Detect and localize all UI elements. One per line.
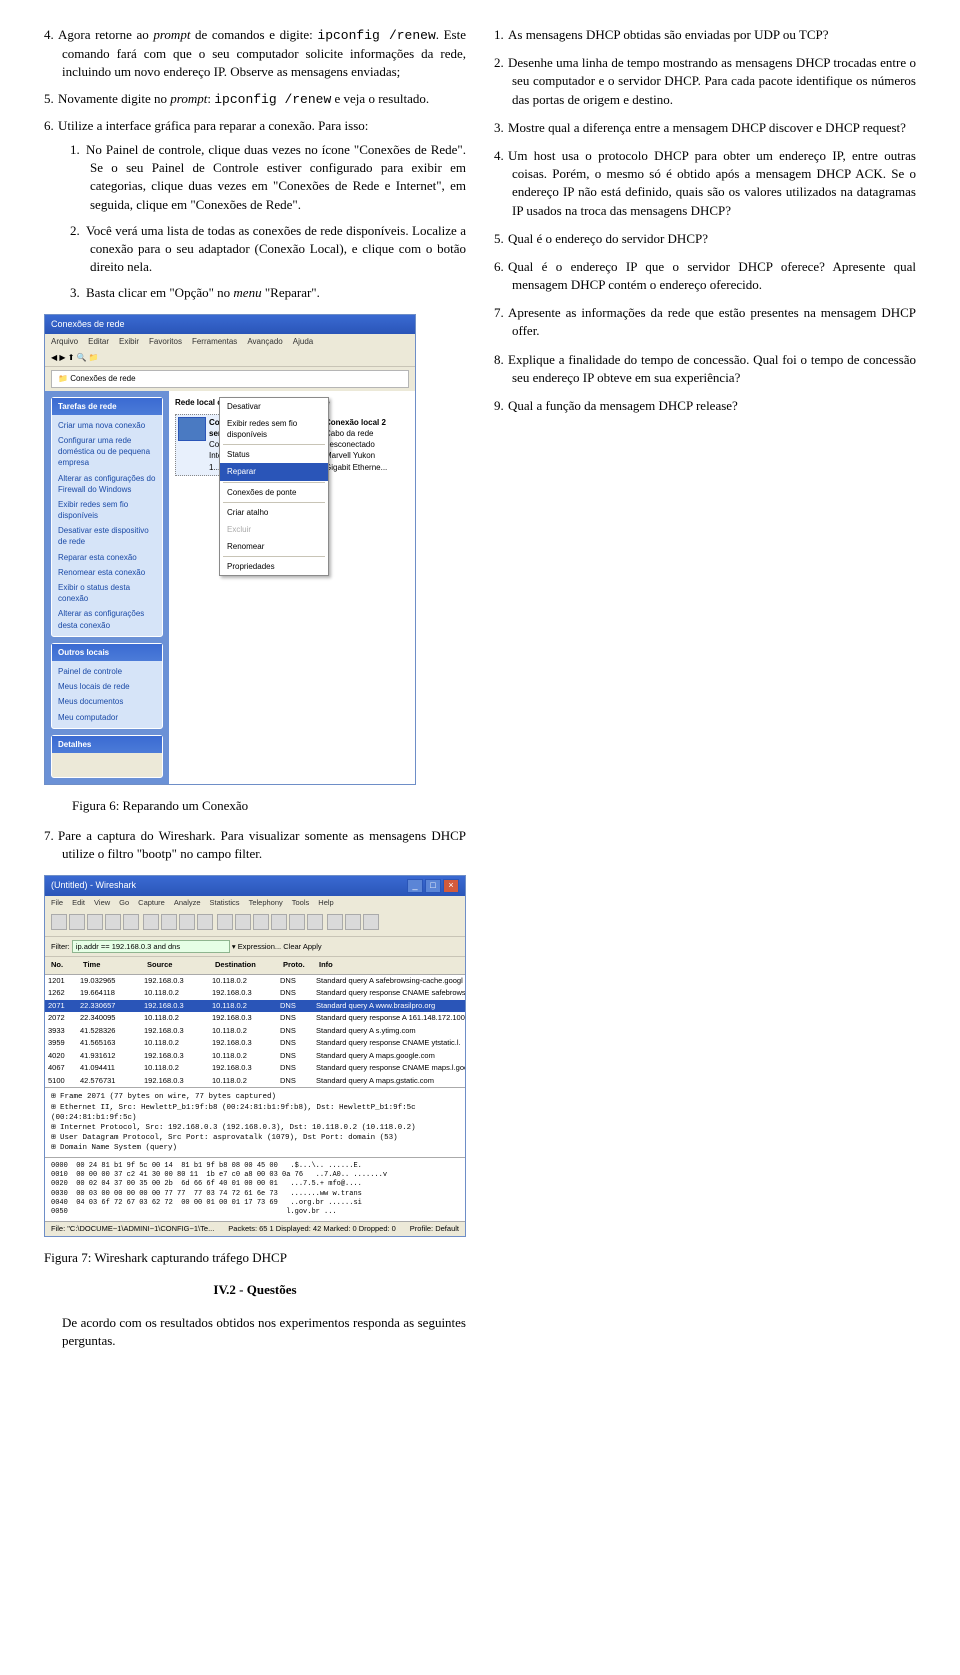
step-7: 7.Pare a captura do Wireshark. Para visu… xyxy=(62,827,466,863)
context-menu[interactable]: Desativar Exibir redes sem fio disponíve… xyxy=(219,397,329,577)
close-icon[interactable]: × xyxy=(443,879,459,893)
ctx-repair[interactable]: Reparar xyxy=(220,463,328,480)
place-link[interactable]: Meu computador xyxy=(58,710,156,725)
ctx-bridge[interactable]: Conexões de ponte xyxy=(220,484,328,501)
maximize-icon[interactable]: □ xyxy=(425,879,441,893)
task-link[interactable]: Alterar as configurações do Firewall do … xyxy=(58,471,156,497)
packet-row[interactable]: 510042.576731192.168.0.310.118.0.2DNSSta… xyxy=(45,1075,465,1088)
packet-row[interactable]: 207222.34009510.118.0.2192.168.0.3DNSSta… xyxy=(45,1012,465,1025)
step-4: 4.Agora retorne ao prompt de comandos e … xyxy=(62,26,466,82)
ctx-disable[interactable]: Desativar xyxy=(220,398,328,415)
substep-2: 2.Você verá uma lista de todas as conexõ… xyxy=(90,222,466,277)
figure-6: Conexões de rede ArquivoEditarExibirFavo… xyxy=(44,314,466,784)
wireshark-toolbar[interactable] xyxy=(45,911,465,938)
packet-header: No.TimeSourceDestinationProto.Info xyxy=(45,957,465,975)
task-link[interactable]: Reparar esta conexão xyxy=(58,550,156,565)
ctx-status[interactable]: Status xyxy=(220,446,328,463)
details-panel: Detalhes xyxy=(51,735,163,778)
question: 4.Um host usa o protocolo DHCP para obte… xyxy=(512,147,916,220)
filter-input[interactable] xyxy=(72,940,230,953)
task-link[interactable]: Configurar uma rede doméstica ou de pequ… xyxy=(58,433,156,471)
toolbar[interactable]: ◀ ▶ ⬆ 🔍 📁 xyxy=(45,349,415,367)
task-link[interactable]: Desativar este dispositivo de rede xyxy=(58,523,156,549)
tasks-panel: Tarefas de redeCriar uma nova conexãoCon… xyxy=(51,397,163,637)
question: 6.Qual é o endereço IP que o servidor DH… xyxy=(512,258,916,294)
packet-row[interactable]: 406741.09441110.118.0.2192.168.0.3DNSSta… xyxy=(45,1062,465,1075)
task-link[interactable]: Criar uma nova conexão xyxy=(58,418,156,433)
packet-row[interactable]: 207122.330657192.168.0.310.118.0.2DNSSta… xyxy=(45,1000,465,1013)
menubar[interactable]: ArquivoEditarExibirFavoritosFerramentasA… xyxy=(45,334,415,349)
substep-1: 1.No Painel de controle, clique duas vez… xyxy=(90,141,466,214)
wireshark-menubar[interactable]: FileEditViewGoCaptureAnalyzeStatisticsTe… xyxy=(45,896,465,911)
task-link[interactable]: Renomear esta conexão xyxy=(58,565,156,580)
statusbar: File: "C:\DOCUME~1\ADMINI~1\CONFIG~1\Te.… xyxy=(45,1221,465,1237)
packet-row[interactable]: 126219.66411810.118.0.2192.168.0.3DNSSta… xyxy=(45,987,465,1000)
packet-tree[interactable]: ⊞ Frame 2071 (77 bytes on wire, 77 bytes… xyxy=(45,1087,465,1157)
question: 8.Explique a finalidade do tempo de conc… xyxy=(512,351,916,387)
figure-7-caption: Figura 7: Wireshark capturando tráfego D… xyxy=(44,1249,466,1267)
packet-row[interactable]: 120119.032965192.168.0.310.118.0.2DNSSta… xyxy=(45,975,465,988)
ctx-properties[interactable]: Propriedades xyxy=(220,558,328,575)
substep-3: 3.Basta clicar em "Opção" no menu "Repar… xyxy=(90,284,466,302)
address-bar[interactable]: 📁 Conexões de rede xyxy=(51,370,409,387)
question: 5.Qual é o endereço do servidor DHCP? xyxy=(512,230,916,248)
figure-7: (Untitled) - Wireshark_□× FileEditViewGo… xyxy=(44,875,466,1237)
hex-view: 0000 00 24 81 b1 9f 5c 00 14 81 b1 9f b8… xyxy=(45,1157,465,1221)
step-5: 5.Novamente digite no prompt: ipconfig /… xyxy=(62,90,466,109)
network-icon xyxy=(178,417,206,441)
packet-row[interactable]: 395941.56516310.118.0.2192.168.0.3DNSSta… xyxy=(45,1037,465,1050)
filter-bar[interactable]: Filter: ▾ Expression... Clear Apply xyxy=(45,937,465,957)
task-link[interactable]: Exibir o status desta conexão xyxy=(58,580,156,606)
minimize-icon[interactable]: _ xyxy=(407,879,423,893)
question: 3.Mostre qual a diferença entre a mensag… xyxy=(512,119,916,137)
place-link[interactable]: Meus locais de rede xyxy=(58,679,156,694)
places-panel: Outros locaisPainel de controleMeus loca… xyxy=(51,643,163,729)
step-6: 6.Utilize a interface gráfica para repar… xyxy=(62,117,466,303)
ctx-rename[interactable]: Renomear xyxy=(220,538,328,555)
place-link[interactable]: Meus documentos xyxy=(58,694,156,709)
ctx-delete[interactable]: Excluir xyxy=(220,521,328,538)
packet-row[interactable]: 402041.931612192.168.0.310.118.0.2DNSSta… xyxy=(45,1050,465,1063)
ctx-view-wifi[interactable]: Exibir redes sem fio disponíveis xyxy=(220,415,328,443)
task-link[interactable]: Alterar as configurações desta conexão xyxy=(58,606,156,632)
question: 1.As mensagens DHCP obtidas são enviadas… xyxy=(512,26,916,44)
wireshark-titlebar: (Untitled) - Wireshark_□× xyxy=(45,876,465,896)
question: 9.Qual a função da mensagem DHCP release… xyxy=(512,397,916,415)
packet-row[interactable]: 393341.528326192.168.0.310.118.0.2DNSSta… xyxy=(45,1025,465,1038)
question: 7.Apresente as informações da rede que e… xyxy=(512,304,916,340)
section-title: IV.2 - Questões xyxy=(44,1281,466,1299)
window-titlebar: Conexões de rede xyxy=(45,315,415,334)
place-link[interactable]: Painel de controle xyxy=(58,664,156,679)
ctx-shortcut[interactable]: Criar atalho xyxy=(220,504,328,521)
figure-6-caption: Figura 6: Reparando um Conexão xyxy=(72,797,466,815)
question: 2.Desenhe uma linha de tempo mostrando a… xyxy=(512,54,916,109)
intro-text: De acordo com os resultados obtidos nos … xyxy=(44,1314,466,1350)
task-link[interactable]: Exibir redes sem fio disponíveis xyxy=(58,497,156,523)
